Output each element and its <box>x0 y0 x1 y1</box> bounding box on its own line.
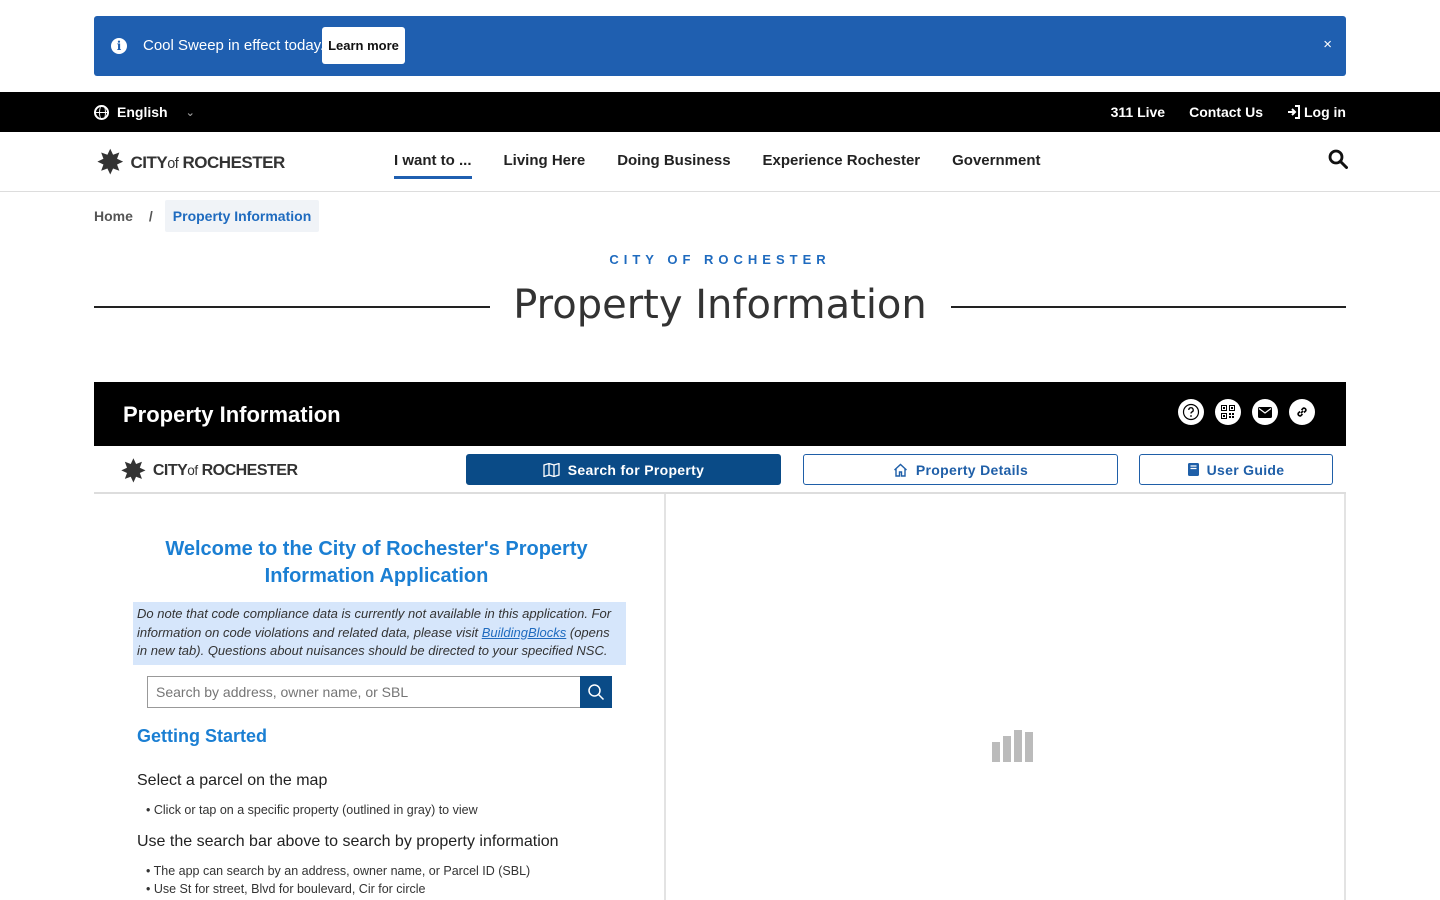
loader-bar <box>1003 736 1011 762</box>
nav-item-experience-rochester[interactable]: Experience Rochester <box>763 152 921 179</box>
app-city-logo: ✸ CITYof ROCHESTER <box>120 452 298 490</box>
qr-code-icon[interactable] <box>1215 399 1241 425</box>
email-icon[interactable] <box>1252 399 1278 425</box>
globe-icon <box>94 104 109 120</box>
loading-indicator <box>992 730 1033 762</box>
breadcrumb: Home / Property Information <box>94 200 320 232</box>
welcome-heading: Welcome to the City of Rochester's Prope… <box>165 538 588 587</box>
map-view[interactable] <box>666 494 1346 900</box>
property-details-button[interactable]: Property Details <box>803 454 1118 485</box>
language-label: English <box>117 104 168 120</box>
list-item: Click or tap on a specific property (out… <box>146 801 478 819</box>
logo-text: CITYof ROCHESTER <box>130 153 286 172</box>
property-search-button[interactable] <box>580 676 612 708</box>
nav-menu: I want to ... Living Here Doing Business… <box>394 152 1040 179</box>
details-button-label: Property Details <box>915 461 1029 478</box>
app-header: ✸ CITYof ROCHESTER Search for Property P… <box>94 446 1346 494</box>
help-icon[interactable] <box>1178 399 1204 425</box>
main-navigation: ✸ CITYof ROCHESTER I want to ... Living … <box>0 132 1440 192</box>
app-logo-text: CITYof ROCHESTER <box>152 462 298 479</box>
page-title: Property Information <box>513 282 927 328</box>
compliance-notice: Do note that code compliance data is cur… <box>133 602 626 665</box>
map-icon <box>543 462 560 477</box>
utility-bar: English ⌄ 311 Live Contact Us Log in <box>0 92 1440 132</box>
section-list: The app can search by an address, owner … <box>146 862 531 898</box>
breadcrumb-current[interactable]: Property Information <box>164 200 320 232</box>
search-button-label: Search for Property <box>567 461 705 478</box>
title-rule-right <box>951 306 1346 308</box>
nav-item-i-want-to[interactable]: I want to ... <box>394 152 472 179</box>
breadcrumb-separator: / <box>148 208 153 224</box>
loader-bar <box>1014 730 1022 762</box>
nav-item-government[interactable]: Government <box>952 152 1040 179</box>
contact-us-link[interactable]: Contact Us <box>1189 104 1263 120</box>
list-item: Use St for street, Blvd for boulevard, C… <box>146 880 530 898</box>
login-icon <box>1288 105 1300 119</box>
breadcrumb-home[interactable]: Home <box>94 208 133 224</box>
loader-bar <box>992 742 1000 762</box>
section-list: Click or tap on a specific property (out… <box>146 801 478 819</box>
app-toolbar <box>1178 399 1315 425</box>
search-icon[interactable] <box>1328 149 1348 169</box>
home-icon <box>893 463 907 477</box>
chevron-down-icon: ⌄ <box>185 106 195 119</box>
section-heading: Use the search bar above to search by pr… <box>137 833 559 850</box>
language-selector[interactable]: English ⌄ <box>94 104 195 120</box>
utility-links: 311 Live Contact Us Log in <box>1111 104 1346 120</box>
getting-started-heading: Getting Started <box>137 726 268 746</box>
property-search-input[interactable] <box>147 676 580 708</box>
close-icon[interactable]: × <box>1323 36 1332 53</box>
search-icon <box>588 684 605 701</box>
list-item: The app can search by an address, owner … <box>146 862 531 880</box>
app-title: Property Information <box>123 402 341 427</box>
city-logo[interactable]: ✸ CITYof ROCHESTER <box>96 143 285 183</box>
user-guide-button[interactable]: User Guide <box>1139 454 1333 485</box>
alert-banner: i Cool Sweep in effect today. Learn more… <box>94 16 1346 76</box>
learn-more-button[interactable]: Learn more <box>322 27 405 64</box>
city-star-icon: ✸ <box>120 453 147 489</box>
link-icon[interactable] <box>1289 399 1315 425</box>
log-in-label: Log in <box>1304 104 1346 120</box>
nav-item-doing-business[interactable]: Doing Business <box>617 152 730 179</box>
guide-button-label: User Guide <box>1206 461 1285 478</box>
page-kicker: CITY OF ROCHESTER <box>609 252 831 267</box>
buildingblocks-link[interactable]: BuildingBlocks <box>482 625 567 640</box>
nav-item-living-here[interactable]: Living Here <box>504 152 586 179</box>
alert-message: Cool Sweep in effect today. <box>143 37 325 54</box>
section-heading: Select a parcel on the map <box>137 772 328 789</box>
book-icon <box>1187 463 1199 476</box>
city-star-icon: ✸ <box>96 144 125 182</box>
app-title-bar: Property Information <box>94 382 1346 446</box>
search-for-property-button[interactable]: Search for Property <box>466 454 781 485</box>
311-live-link[interactable]: 311 Live <box>1111 104 1166 120</box>
log-in-link[interactable]: Log in <box>1287 104 1346 120</box>
info-icon: i <box>111 38 127 54</box>
info-panel[interactable]: Welcome to the City of Rochester's Prope… <box>94 494 666 900</box>
loader-bar <box>1025 732 1033 762</box>
